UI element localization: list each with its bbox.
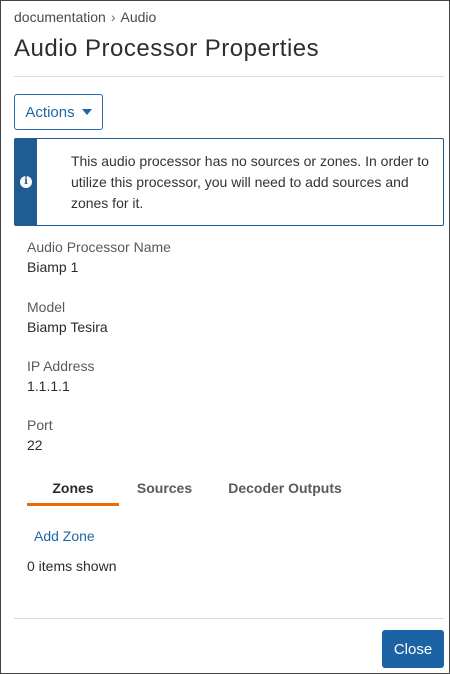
dialog: documentation › Audio Audio Processor Prop…	[0, 0, 450, 674]
field-processor-name: Audio Processor Name Biamp 1	[27, 237, 171, 277]
tab-decoder-outputs[interactable]: Decoder Outputs	[210, 473, 360, 506]
breadcrumb-separator: ›	[110, 9, 116, 25]
field-model: Model Biamp Tesira	[27, 297, 108, 337]
field-label: Audio Processor Name	[27, 239, 171, 255]
tab-zones[interactable]: Zones	[27, 473, 119, 506]
add-zone-link[interactable]: Add Zone	[34, 528, 95, 544]
alert-message: This audio processor has no sources or z…	[70, 153, 429, 211]
field-label: Model	[27, 299, 66, 315]
field-port: Port 22	[27, 415, 53, 455]
info-icon: i	[19, 176, 32, 188]
field-value: Biamp 1	[27, 259, 79, 275]
tab-sources[interactable]: Sources	[119, 473, 210, 506]
field-value: 22	[27, 437, 43, 453]
caret-down-icon	[81, 109, 92, 115]
field-ip-address: IP Address 1.1.1.1	[27, 356, 94, 396]
items-count: 0 items shown	[27, 558, 117, 574]
field-value: Biamp Tesira	[27, 319, 108, 335]
field-label: IP Address	[27, 358, 95, 374]
field-label: Port	[27, 417, 53, 433]
alert-icon-column: i	[15, 139, 37, 225]
footer-divider	[14, 618, 444, 619]
actions-button-label: Actions	[25, 103, 75, 121]
close-button[interactable]: Close	[382, 630, 444, 668]
tab-bar: Zones Sources Decoder Outputs	[27, 473, 360, 506]
breadcrumb-item-documentation[interactable]: documentation	[14, 9, 106, 25]
title-divider	[14, 76, 444, 77]
breadcrumb-item-audio[interactable]: Audio	[121, 9, 157, 25]
actions-button[interactable]: Actions	[14, 94, 103, 130]
info-alert: i This audio processor has no sources or…	[14, 138, 444, 226]
breadcrumb: documentation › Audio	[14, 9, 156, 25]
page-title: Audio Processor Properties	[14, 35, 320, 62]
field-value: 1.1.1.1	[27, 378, 70, 394]
